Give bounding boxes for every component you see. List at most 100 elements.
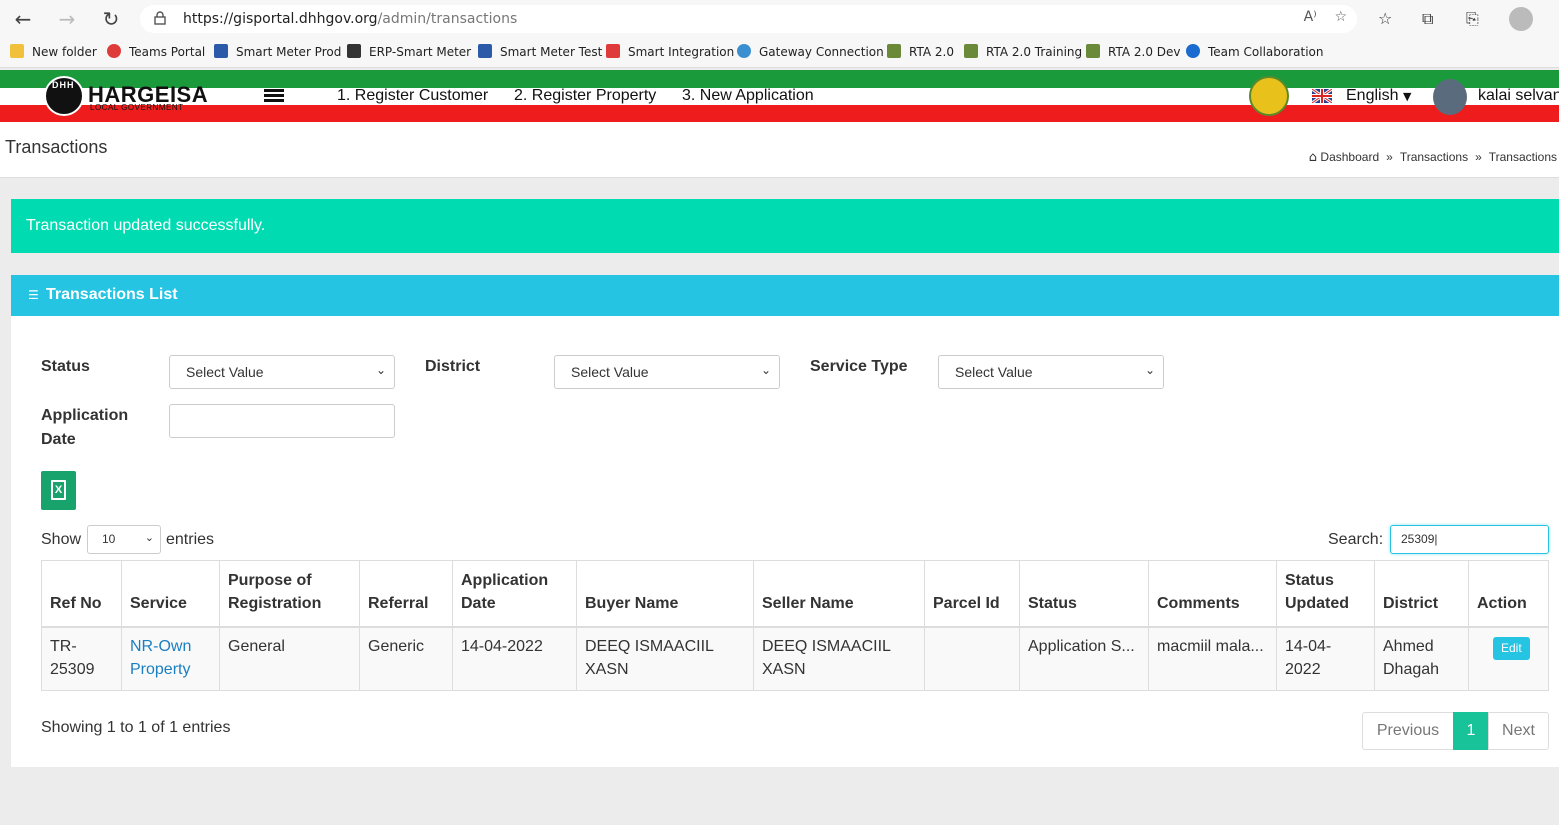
rta-icon bbox=[887, 44, 901, 58]
cell-purpose: General bbox=[219, 626, 360, 691]
cell-application-date: 14-04-2022 bbox=[452, 626, 577, 691]
bookmark-label: Gateway Connection bbox=[759, 45, 884, 59]
logo-icon[interactable]: DHH bbox=[44, 76, 84, 116]
column-header[interactable]: Comments bbox=[1148, 560, 1277, 628]
language-dropdown[interactable]: English ▼ bbox=[1346, 87, 1411, 105]
reload-icon[interactable]: ↻ bbox=[98, 7, 124, 31]
bookmark-label: New folder bbox=[32, 45, 97, 59]
lock-icon bbox=[154, 11, 166, 25]
bookmark-team-collaboration[interactable]: Team Collaboration bbox=[1186, 44, 1324, 59]
user-avatar[interactable] bbox=[1433, 79, 1467, 115]
search-input[interactable]: 25309| bbox=[1390, 525, 1549, 554]
cell-seller-name: DEEQ ISMAACIIL XASN bbox=[753, 626, 925, 691]
column-header[interactable]: Parcel Id bbox=[924, 560, 1020, 628]
bookmark-label: Team Collaboration bbox=[1208, 45, 1324, 59]
column-header-line: Seller Name bbox=[762, 595, 854, 612]
rta-icon bbox=[1086, 44, 1100, 58]
chevron-down-icon: ⌄ bbox=[760, 363, 771, 377]
collections-icon[interactable]: ⧉ bbox=[1422, 9, 1433, 29]
favorites-icon[interactable]: ☆ bbox=[1378, 9, 1392, 28]
cell-ref-no: TR-25309 bbox=[41, 626, 122, 691]
cell-buyer-name: DEEQ ISMAACIIL XASN bbox=[576, 626, 754, 691]
bookmark-rta-20[interactable]: RTA 2.0 bbox=[887, 44, 954, 59]
bookmark-label: Smart Integration bbox=[628, 45, 735, 59]
column-header[interactable]: Application Date bbox=[452, 560, 577, 628]
show-label: Show bbox=[41, 531, 82, 548]
column-header[interactable]: Status bbox=[1019, 560, 1149, 628]
logo-initials: DHH bbox=[52, 80, 75, 90]
bookmark-new-folder[interactable]: New folder bbox=[10, 44, 97, 59]
breadcrumb-transactions[interactable]: Transactions bbox=[1400, 150, 1468, 164]
district-select[interactable]: Select Value ⌄ bbox=[554, 355, 780, 389]
bookmark-gateway-connection[interactable]: Gateway Connection bbox=[737, 44, 884, 59]
language-label: English bbox=[1346, 87, 1399, 104]
export-excel-button[interactable]: X bbox=[41, 471, 76, 510]
column-header[interactable]: Referral bbox=[359, 560, 453, 628]
rta-icon bbox=[964, 44, 978, 58]
column-header-line: Parcel Id bbox=[933, 595, 1000, 612]
column-header[interactable]: Ref No bbox=[41, 560, 122, 628]
status-select[interactable]: Select Value ⌄ bbox=[169, 355, 395, 389]
bookmark-rta-20-dev[interactable]: RTA 2.0 Dev bbox=[1086, 44, 1181, 59]
extensions-icon[interactable]: ⎘ bbox=[1466, 9, 1479, 29]
bookmark-rta-20-training[interactable]: RTA 2.0 Training bbox=[964, 44, 1082, 59]
profile-avatar[interactable] bbox=[1509, 7, 1533, 31]
select-value: Select Value bbox=[955, 364, 1033, 380]
bookmark-label: RTA 2.0 Dev bbox=[1108, 45, 1181, 59]
integration-icon bbox=[606, 44, 620, 58]
page-1-button[interactable]: 1 bbox=[1453, 712, 1489, 750]
service-type-filter-label: Service Type bbox=[810, 358, 908, 375]
read-aloud-icon[interactable]: A⁾ ☆ bbox=[1304, 9, 1347, 25]
bookmarks-bar: New folder Teams Portal Smart Meter Prod… bbox=[0, 38, 1559, 68]
page-length-select[interactable]: 10 ⌄ bbox=[87, 525, 161, 554]
flag-stripe-green bbox=[0, 70, 1559, 88]
nav-register-customer[interactable]: 1. Register Customer bbox=[337, 87, 488, 105]
select-value: Select Value bbox=[186, 364, 264, 380]
bookmark-teams-portal[interactable]: Teams Portal bbox=[107, 44, 205, 59]
card-header: ☰ Transactions List bbox=[11, 275, 1559, 316]
column-header-line: Application bbox=[461, 572, 549, 589]
column-header[interactable]: District bbox=[1374, 560, 1469, 628]
column-header-line: Status bbox=[1285, 572, 1334, 589]
bookmark-smart-integration[interactable]: Smart Integration bbox=[606, 44, 734, 59]
address-bar[interactable]: https://gisportal.dhhgov.org/admin/trans… bbox=[140, 5, 1357, 33]
breadcrumb-current: Transactions bbox=[1488, 150, 1557, 164]
breadcrumb-dashboard[interactable]: Dashboard bbox=[1320, 150, 1379, 164]
excel-icon: X bbox=[51, 480, 66, 500]
user-name[interactable]: kalai selvan bbox=[1478, 87, 1559, 105]
edit-button[interactable]: Edit bbox=[1493, 637, 1530, 660]
column-header-line: Service bbox=[130, 595, 187, 612]
url-host: https://gisportal.dhhgov.org bbox=[183, 11, 378, 27]
service-link[interactable]: NR-Own Property bbox=[130, 638, 191, 678]
nav-new-application[interactable]: 3. New Application bbox=[682, 87, 814, 105]
column-header-line: Referral bbox=[368, 595, 429, 612]
menu-toggle-icon[interactable] bbox=[264, 89, 284, 103]
column-header-line: Comments bbox=[1157, 595, 1240, 612]
column-header[interactable]: Action bbox=[1468, 560, 1549, 628]
bookmark-smart-meter-prod[interactable]: Smart Meter Prod bbox=[214, 44, 341, 59]
column-header[interactable]: Buyer Name bbox=[576, 560, 754, 628]
service-type-select[interactable]: Select Value ⌄ bbox=[938, 355, 1164, 389]
next-button[interactable]: Next bbox=[1488, 712, 1549, 750]
column-header[interactable]: Service bbox=[121, 560, 220, 628]
previous-button[interactable]: Previous bbox=[1362, 712, 1454, 750]
column-header[interactable]: Seller Name bbox=[753, 560, 925, 628]
flag-stripe-red bbox=[0, 105, 1559, 122]
column-header-line: Registration bbox=[228, 595, 322, 612]
column-header-line: Date bbox=[461, 595, 496, 612]
bookmark-erp-smart-meter[interactable]: ERP-Smart Meter bbox=[347, 44, 471, 59]
application-date-input[interactable] bbox=[169, 404, 395, 438]
column-header-line: Purpose of bbox=[228, 572, 312, 589]
app-header: DHH HARGEISA LOCAL GOVERNMENT 1. Registe… bbox=[0, 70, 1559, 122]
bookmark-smart-meter-test[interactable]: Smart Meter Test bbox=[478, 44, 602, 59]
forward-icon[interactable]: → bbox=[54, 7, 80, 31]
back-icon[interactable]: ← bbox=[10, 7, 36, 31]
nav-register-property[interactable]: 2. Register Property bbox=[514, 87, 656, 105]
column-header[interactable]: Purpose of Registration bbox=[219, 560, 360, 628]
alert-message: Transaction updated successfully. bbox=[26, 217, 266, 234]
column-header[interactable]: Status Updated bbox=[1276, 560, 1375, 628]
page-length-value: 10 bbox=[102, 532, 116, 546]
cell-district: Ahmed Dhagah bbox=[1374, 626, 1469, 691]
cell-referral: Generic bbox=[359, 626, 453, 691]
entries-label: entries bbox=[166, 531, 215, 548]
